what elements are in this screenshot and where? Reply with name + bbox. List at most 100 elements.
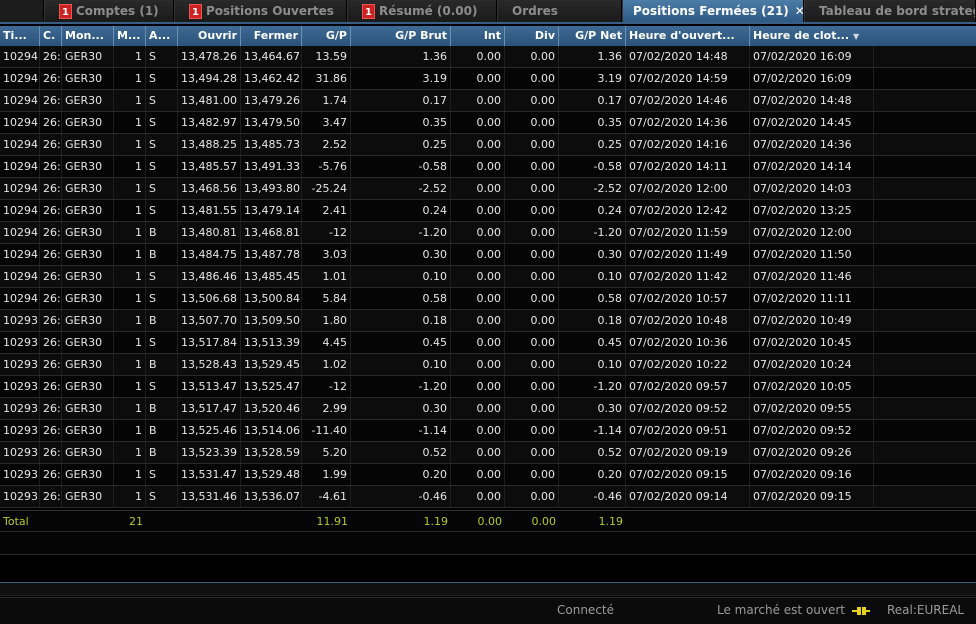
table-row[interactable]: 10294 26: GER30 1 S 13,481.55 13,479.14 2.41 0.2… — [0, 200, 976, 222]
cell-fermer: 13,491.33 — [241, 156, 302, 177]
cell-gp: 1.02 — [302, 354, 351, 375]
tab-comptes[interactable]: 1 Comptes (1) — [44, 0, 174, 22]
cell-heure-ouverture: 07/02/2020 10:57 — [626, 288, 750, 309]
table-row[interactable]: 10294 26: GER30 1 B 13,484.75 13,487.78 3.03 0.3… — [0, 244, 976, 266]
cell-heure-ouverture: 07/02/2020 14:16 — [626, 134, 750, 155]
col-header-heure-ouverture[interactable]: Heure d'ouvert... — [626, 26, 750, 46]
cell-gp: 2.52 — [302, 134, 351, 155]
cell-monnaie: GER30 — [62, 310, 114, 331]
table-row[interactable]: 10294 26: GER30 1 S 13,478.26 13,464.67 13.59 1.… — [0, 46, 976, 68]
tab-resume[interactable]: 1 Résumé (0.00) — [347, 0, 497, 22]
cell-monnaie: GER30 — [62, 178, 114, 199]
header-filler — [874, 26, 976, 46]
connection-status: Connecté — [557, 603, 614, 617]
cell-ouvrir: 13,478.26 — [178, 46, 241, 67]
col-header-ouvrir[interactable]: Ouvrir — [178, 26, 241, 46]
cell-gp: 2.41 — [302, 200, 351, 221]
cell-fermer: 13,529.48 — [241, 464, 302, 485]
table-row[interactable]: 10293 26: GER30 1 B 13,523.39 13,528.59 5.20 0.5… — [0, 442, 976, 464]
cell-achat-vente: S — [146, 332, 178, 353]
table-row[interactable]: 10294 26: GER30 1 S 13,485.57 13,491.33 -5.76 -0… — [0, 156, 976, 178]
table-row[interactable]: 10294 26: GER30 1 S 13,488.25 13,485.73 2.52 0.2… — [0, 134, 976, 156]
cell-gp-brut: 0.35 — [351, 112, 451, 133]
cell-heure-ouverture: 07/02/2020 10:36 — [626, 332, 750, 353]
cell-heure-ouverture: 07/02/2020 09:15 — [626, 464, 750, 485]
cell-ticket: 10294 — [0, 46, 40, 67]
cell-fermer: 13,493.80 — [241, 178, 302, 199]
cell-gp: 5.20 — [302, 442, 351, 463]
col-header-int[interactable]: Int — [451, 26, 505, 46]
table-row[interactable]: 10293 26: GER30 1 B 13,517.47 13,520.46 2.99 0.3… — [0, 398, 976, 420]
cell-ticket: 10293 — [0, 354, 40, 375]
table-row[interactable]: 10294 26: GER30 1 S 13,468.56 13,493.80 -25.24-… — [0, 178, 976, 200]
tab-ordres[interactable]: Ordres — [497, 0, 622, 22]
cell-gp-net: 1.36 — [559, 46, 626, 67]
table-row[interactable]: 10293 26: GER30 1 B 13,525.46 13,514.06 -11.40-… — [0, 420, 976, 442]
cell-achat-vente: S — [146, 134, 178, 155]
cell-gp: 3.03 — [302, 244, 351, 265]
table-row[interactable]: 10294 26: GER30 1 S 13,482.97 13,479.50 3.47 0.3… — [0, 112, 976, 134]
close-icon[interactable]: ✕ — [795, 4, 803, 18]
cell-heure-cloture: 07/02/2020 14:36 — [750, 134, 874, 155]
cell-montant: 1 — [114, 354, 146, 375]
table-row[interactable]: 10293 26: GER30 1 S 13,531.46 13,536.07 -4.61 -0… — [0, 486, 976, 508]
col-header-gp-net[interactable]: G/P Net — [559, 26, 626, 46]
cell-compte: 26: — [40, 486, 62, 507]
table-row[interactable]: 10294 26: GER30 1 S 13,481.00 13,479.26 1.74 0.1… — [0, 90, 976, 112]
cell-div: 0.00 — [505, 310, 559, 331]
cell-ouvrir: 13,517.84 — [178, 332, 241, 353]
cell-gp-net: 0.18 — [559, 310, 626, 331]
col-header-ticket[interactable]: Ti... — [0, 26, 40, 46]
col-header-fermer[interactable]: Fermer — [241, 26, 302, 46]
horizontal-scrollbar[interactable] — [0, 582, 976, 596]
cell-montant: 1 — [114, 90, 146, 111]
alert-badge: 1 — [59, 3, 72, 19]
tab-tableau-de-bord[interactable]: Tableau de bord strateg — [804, 0, 976, 22]
cell-div: 0.00 — [505, 68, 559, 89]
cell-monnaie: GER30 — [62, 420, 114, 441]
table-row[interactable]: 10293 26: GER30 1 S 13,531.47 13,529.48 1.99 0.2… — [0, 464, 976, 486]
tab-positions-fermees[interactable]: Positions Fermées (21) ✕ — [622, 0, 804, 22]
col-header-monnaie[interactable]: Mon... — [62, 26, 114, 46]
cell-ticket: 10294 — [0, 156, 40, 177]
cell-int: 0.00 — [451, 464, 505, 485]
col-header-compte[interactable]: C. — [40, 26, 62, 46]
col-header-div[interactable]: Div — [505, 26, 559, 46]
cell-fermer: 13,468.81 — [241, 222, 302, 243]
cell-ticket: 10293 — [0, 376, 40, 397]
cell-montant: 1 — [114, 288, 146, 309]
col-header-gp[interactable]: G/P — [302, 26, 351, 46]
table-row[interactable]: 10293 26: GER30 1 S 13,517.84 13,513.39 4.45 0.4… — [0, 332, 976, 354]
cell-fermer: 13,479.14 — [241, 200, 302, 221]
table-row[interactable]: 10293 26: GER30 1 S 13,513.47 13,525.47 -12 -1.2… — [0, 376, 976, 398]
col-header-heure-cloture[interactable]: Heure de clot... ▼ — [750, 26, 874, 46]
cell-fermer: 13,479.26 — [241, 90, 302, 111]
cell-fermer: 13,500.84 — [241, 288, 302, 309]
cell-gp-brut: -2.52 — [351, 178, 451, 199]
cell-int: 0.00 — [451, 420, 505, 441]
col-header-montant[interactable]: M... — [114, 26, 146, 46]
cell-monnaie: GER30 — [62, 90, 114, 111]
cell-gp-brut: 0.45 — [351, 332, 451, 353]
table-row[interactable]: 10294 26: GER30 1 S 13,506.68 13,500.84 5.84 0.5… — [0, 288, 976, 310]
table-row[interactable]: 10293 26: GER30 1 B 13,507.70 13,509.50 1.80 0.1… — [0, 310, 976, 332]
table-row[interactable]: 10294 26: GER30 1 S 13,486.46 13,485.45 1.01 0.1… — [0, 266, 976, 288]
cell-ticket: 10293 — [0, 442, 40, 463]
cell-heure-ouverture: 07/02/2020 11:49 — [626, 244, 750, 265]
cell-heure-cloture: 07/02/2020 11:46 — [750, 266, 874, 287]
cell-monnaie: GER30 — [62, 486, 114, 507]
cell-gp: 4.45 — [302, 332, 351, 353]
cell-compte: 26: — [40, 442, 62, 463]
empty-row — [0, 533, 976, 555]
cell-div: 0.00 — [505, 200, 559, 221]
cell-gp-net: -2.52 — [559, 178, 626, 199]
cell-gp-net: 0.24 — [559, 200, 626, 221]
table-row[interactable]: 10294 26: GER30 1 S 13,494.28 13,462.42 31.86 3.… — [0, 68, 976, 90]
table-row[interactable]: 10294 26: GER30 1 B 13,480.81 13,468.81 -12 -1.2… — [0, 222, 976, 244]
col-header-gp-brut[interactable]: G/P Brut — [351, 26, 451, 46]
cell-ticket: 10293 — [0, 486, 40, 507]
col-header-achat-vente[interactable]: A... — [146, 26, 178, 46]
tab-positions-ouvertes[interactable]: 1 Positions Ouvertes — [174, 0, 347, 22]
cell-gp-net: -1.20 — [559, 222, 626, 243]
table-row[interactable]: 10293 26: GER30 1 B 13,528.43 13,529.45 1.02 0.1… — [0, 354, 976, 376]
